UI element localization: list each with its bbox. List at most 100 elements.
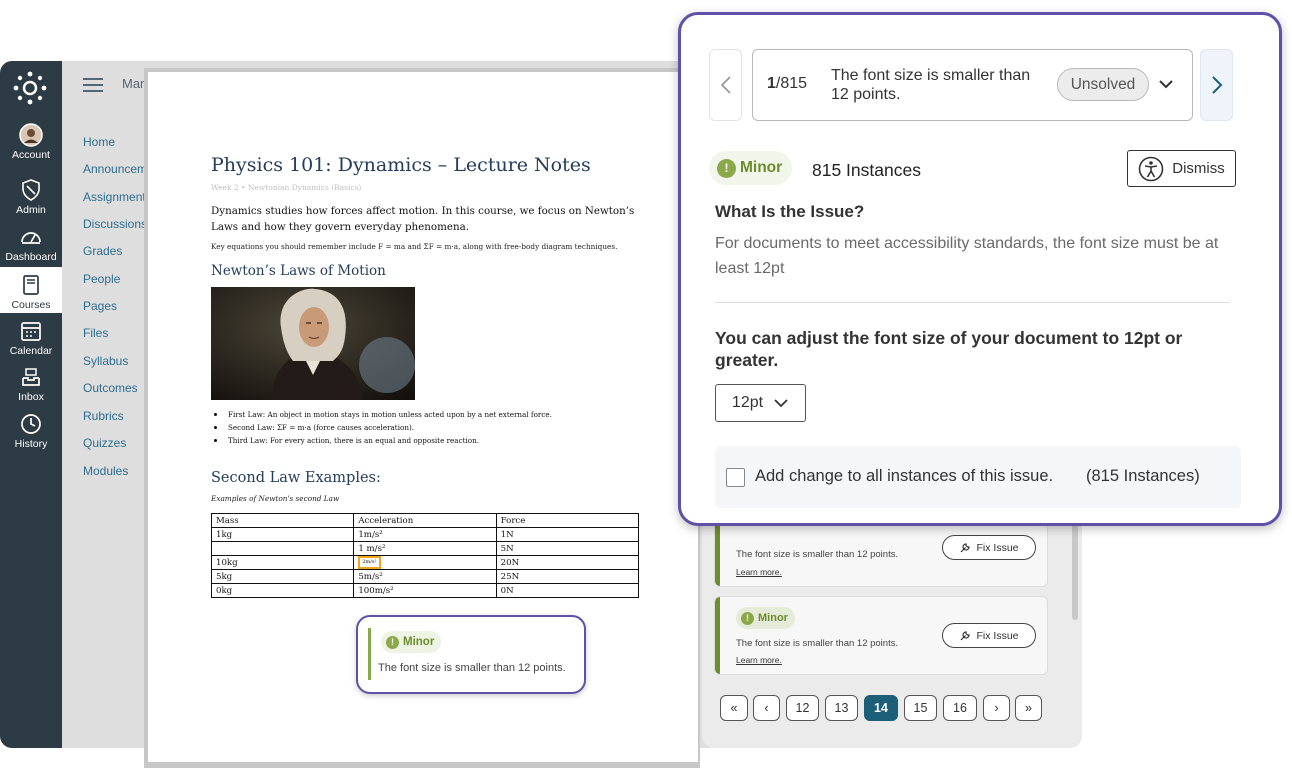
- apply-all-count: (815 Instances): [1086, 467, 1200, 485]
- issue-counter: 1/815: [767, 75, 807, 93]
- nav-account[interactable]: Account: [0, 123, 62, 169]
- nav-calendar[interactable]: Calendar: [0, 319, 62, 359]
- course-nav-grades[interactable]: Grades: [83, 244, 122, 258]
- apply-all-checkbox[interactable]: [726, 468, 745, 487]
- fix-issue-button[interactable]: Fix Issue: [942, 623, 1036, 648]
- dismiss-button[interactable]: Dismiss: [1127, 150, 1236, 187]
- table-cell: 25N: [495, 569, 640, 584]
- pagination-page[interactable]: 12: [786, 695, 819, 721]
- hamburger-menu-icon[interactable]: [83, 78, 103, 92]
- pagination-last-button[interactable]: »: [1015, 695, 1042, 721]
- status-badge: Unsolved: [1057, 68, 1149, 101]
- nav-courses-label: Courses: [11, 299, 51, 311]
- issue-card-message: The font size is smaller than 12 points.: [736, 549, 899, 560]
- screenshot-stage: Account Admin Dashboard Courses Calendar: [0, 0, 1292, 771]
- course-nav-syllabus[interactable]: Syllabus: [83, 354, 128, 368]
- tooltip-message: The font size is smaller than 12 points.: [378, 662, 566, 674]
- chevron-right-icon: [1211, 76, 1222, 94]
- issue-question-heading: What Is the Issue?: [715, 202, 865, 221]
- pagination-page[interactable]: 13: [825, 695, 858, 721]
- canvas-logo-icon[interactable]: [13, 71, 47, 105]
- font-size-select[interactable]: 12pt: [715, 384, 806, 422]
- breadcrumb[interactable]: Mar: [122, 76, 144, 91]
- severity-label: Minor: [403, 636, 435, 648]
- calendar-icon: [19, 319, 43, 343]
- table-header-cell: Mass: [210, 513, 355, 528]
- course-nav-files[interactable]: Files: [83, 326, 108, 340]
- previous-issue-button[interactable]: [709, 49, 742, 121]
- course-nav-home[interactable]: Home: [83, 135, 115, 149]
- course-nav-announcements[interactable]: Announcem: [83, 162, 147, 176]
- severity-chip: ! Minor: [736, 607, 795, 629]
- scrollbar[interactable]: [1072, 510, 1078, 620]
- learn-more-link[interactable]: Learn more.: [736, 567, 782, 577]
- issue-tooltip[interactable]: ! Minor The font size is smaller than 12…: [356, 615, 586, 694]
- pagination-prev-button[interactable]: ‹: [753, 695, 780, 721]
- issue-card: ! Minor The font size is smaller than 12…: [714, 596, 1048, 675]
- severity-label: Minor: [758, 612, 788, 624]
- course-nav-assignments[interactable]: Assignments: [83, 190, 152, 204]
- document-title: Physics 101: Dynamics – Lecture Notes: [211, 154, 591, 176]
- instances-count: 815 Instances: [812, 160, 921, 180]
- table-cell: 5N: [495, 541, 640, 556]
- nav-history-label: History: [14, 438, 48, 450]
- fix-issue-button[interactable]: Fix Issue: [942, 535, 1036, 560]
- issue-selector[interactable]: 1/815 The font size is smaller than 12 p…: [752, 49, 1193, 121]
- table-row: 0kg 100m/s² 0N: [210, 583, 640, 598]
- table-cell-highlighted[interactable]: 2m/s²: [353, 555, 497, 570]
- course-nav-discussions[interactable]: Discussions: [83, 217, 147, 231]
- dismiss-label: Dismiss: [1172, 160, 1225, 177]
- wrench-icon: [961, 630, 971, 640]
- font-size-value: 12pt: [731, 394, 764, 411]
- course-nav-rubrics[interactable]: Rubrics: [83, 409, 124, 423]
- exclamation-icon: !: [386, 635, 399, 649]
- pagination-next-button[interactable]: ›: [983, 695, 1010, 721]
- issue-counter-total: /815: [775, 75, 808, 92]
- fix-issue-label: Fix Issue: [976, 541, 1019, 554]
- nav-inbox-label: Inbox: [18, 391, 44, 403]
- table-cell: 0N: [495, 583, 640, 598]
- nav-account-label: Account: [12, 149, 50, 161]
- nav-admin[interactable]: Admin: [0, 178, 62, 218]
- dashboard-icon: [19, 225, 43, 249]
- severity-chip: ! Minor: [381, 631, 442, 653]
- table-header-cell: Acceleration: [353, 513, 497, 528]
- inbox-icon: [19, 365, 43, 389]
- table-cell: 5kg: [210, 569, 355, 584]
- pagination-page[interactable]: 16: [943, 695, 977, 721]
- pagination-current-page[interactable]: 14: [864, 695, 898, 721]
- course-nav-outcomes[interactable]: Outcomes: [83, 381, 138, 395]
- apply-all-label[interactable]: Add change to all instances of this issu…: [755, 467, 1053, 486]
- severity-bar: [368, 628, 371, 680]
- table-row: 1 m/s² 5N: [210, 541, 640, 556]
- newton-portrait-image: [211, 287, 415, 400]
- severity-chip: ! Minor: [709, 151, 793, 185]
- highlighted-small-text[interactable]: 2m/s²: [358, 556, 381, 569]
- next-issue-button[interactable]: [1200, 49, 1233, 121]
- pagination-first-button[interactable]: «: [720, 695, 748, 721]
- book-icon: [19, 273, 43, 297]
- issue-description: For documents to meet accessibility stan…: [715, 235, 1219, 277]
- course-nav-pages[interactable]: Pages: [83, 299, 117, 313]
- table-row: 1kg 1m/s² 1N: [210, 527, 640, 542]
- nav-courses[interactable]: Courses: [0, 267, 62, 313]
- chevron-left-icon: [720, 76, 731, 94]
- nav-inbox[interactable]: Inbox: [0, 365, 62, 405]
- nav-dashboard-label: Dashboard: [5, 251, 57, 263]
- nav-dashboard[interactable]: Dashboard: [0, 225, 62, 265]
- chevron-down-icon[interactable]: [1158, 77, 1174, 91]
- table-cell: 10kg: [210, 555, 355, 570]
- learn-more-link[interactable]: Learn more.: [736, 655, 782, 665]
- issue-counter-current: 1: [767, 75, 776, 92]
- table-cell: [210, 541, 355, 556]
- table-cell: 0kg: [210, 583, 355, 598]
- course-nav-people[interactable]: People: [83, 272, 120, 286]
- laws-list: First Law: An object in motion stays in …: [211, 408, 552, 447]
- course-nav-quizzes[interactable]: Quizzes: [83, 436, 126, 450]
- document-key-equations: Key equations you should remember includ…: [211, 242, 618, 251]
- issue-title: The font size is smaller than 12 points.: [831, 67, 1031, 103]
- course-nav-modules[interactable]: Modules: [83, 464, 128, 478]
- pagination-page[interactable]: 15: [904, 695, 937, 721]
- nav-history[interactable]: History: [0, 412, 62, 452]
- table-cell: 1m/s²: [353, 527, 497, 542]
